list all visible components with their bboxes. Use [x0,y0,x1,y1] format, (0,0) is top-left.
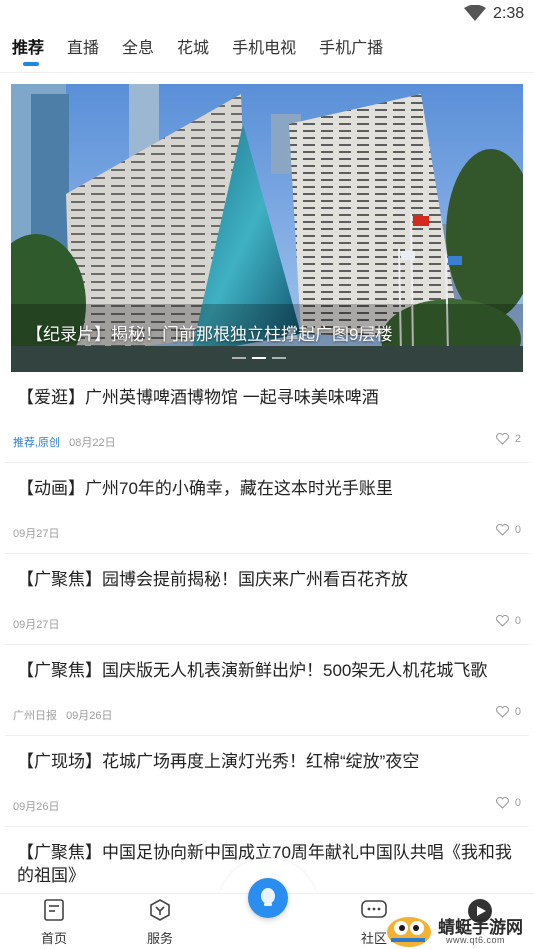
chat-bubble-icon [361,900,387,918]
like-button[interactable]: 0 [495,524,521,536]
banner-caption[interactable]: 【纪录片】揭秘！门前那根独立柱撑起广图9层楼 [26,320,392,345]
service-hexagon-icon [150,899,170,921]
nav-service-label: 服务 [146,931,173,946]
news-meta: 09月27日 [13,616,59,632]
news-title: 【广聚焦】园博会提前揭秘！国庆来广州看百花齐放 [17,570,408,589]
news-date: 09月27日 [13,528,60,540]
heart-icon [495,615,509,627]
list-item[interactable]: 【广聚焦】园博会提前揭秘！国庆来广州看百花齐放 09月27日 0 [5,554,529,645]
watermark-url: www.qt6.com [446,935,506,945]
like-count: 2 [514,433,521,445]
home-doc-icon [44,899,64,921]
nav-home-label: 首页 [40,931,67,946]
heart-icon [495,797,509,809]
news-date: 08月22日 [69,437,116,449]
news-meta: 推荐,原创 08月22日 [13,434,116,450]
status-time: 2:38 [493,5,525,22]
center-voice-button[interactable] [248,878,288,918]
tab-recommend[interactable]: 推荐 [12,36,44,70]
status-bar: 2:38 [0,0,534,30]
bulb-icon [261,888,275,906]
heart-icon [495,524,509,536]
pager-dot [272,357,286,359]
like-count: 0 [514,524,521,536]
news-date: 09月27日 [13,619,60,631]
like-button[interactable]: 0 [495,615,521,627]
news-title: 【广聚焦】国庆版无人机表演新鲜出炉！500架无人机花城飞歌 [17,661,488,680]
nav-home[interactable]: 首页 [24,898,84,947]
list-item[interactable]: 【动画】广州70年的小确幸，藏在这本时光手账里 09月27日 0 [5,463,529,554]
list-item[interactable]: 【广现场】花城广场再度上演灯光秀！红棉“绽放”夜空 09月26日 0 [5,736,529,827]
tab-mobile-tv[interactable]: 手机电视 [232,36,296,70]
tab-flower-city[interactable]: 花城 [177,36,209,70]
channel-tabs: 推荐 直播 全息 花城 手机电视 手机广播 [0,36,534,72]
banner-pager [232,357,286,359]
tab-live[interactable]: 直播 [67,36,99,70]
news-date: 09月26日 [13,801,60,813]
news-meta: 09月26日 [13,798,59,814]
like-button[interactable]: 2 [495,433,521,445]
list-item[interactable]: 【广聚焦】国庆版无人机表演新鲜出炉！500架无人机花城飞歌 广州日报 09月26… [5,645,529,736]
tab-mobile-radio[interactable]: 手机广播 [319,36,383,70]
pager-dot-active [252,357,266,359]
like-button[interactable]: 0 [495,706,521,718]
pager-dot [232,357,246,359]
like-count: 0 [514,706,521,718]
heart-icon [495,706,509,718]
tabs-divider [0,72,534,73]
news-title: 【动画】广州70年的小确幸，藏在这本时光手账里 [17,479,393,498]
news-source: 推荐,原创 [13,437,61,449]
heart-icon [495,433,509,445]
like-button[interactable]: 0 [495,797,521,809]
like-count: 0 [514,797,521,809]
news-date: 09月26日 [66,710,113,722]
news-source: 广州日报 [13,710,57,722]
tab-hologram[interactable]: 全息 [122,36,154,70]
nav-service[interactable]: 服务 [130,898,190,947]
news-meta: 09月27日 [13,525,59,541]
news-title: 【爱逛】广州英博啤酒博物馆 一起寻味美味啤酒 [17,388,379,407]
news-meta: 广州日报 09月26日 [13,707,113,723]
wifi-icon [464,5,486,21]
like-count: 0 [514,615,521,627]
news-title: 【广现场】花城广场再度上演灯光秀！红棉“绽放”夜空 [17,752,420,771]
list-item[interactable]: 【爱逛】广州英博啤酒博物馆 一起寻味美味啤酒 推荐,原创 08月22日 2 [5,372,529,463]
